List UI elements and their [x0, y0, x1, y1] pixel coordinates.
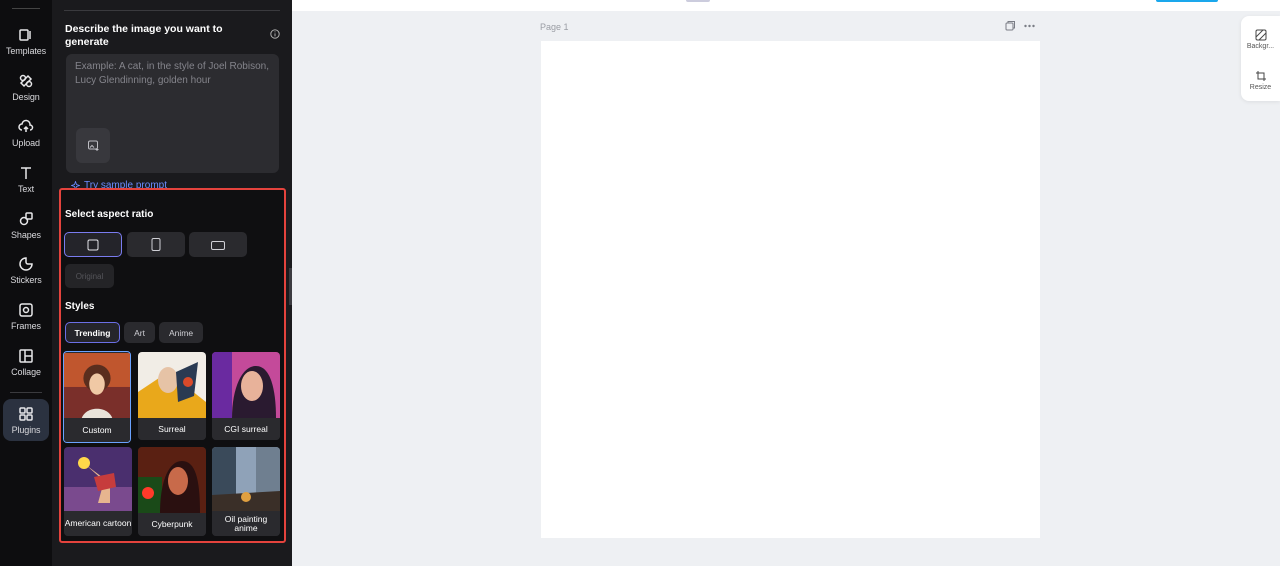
text-icon: [21, 166, 31, 179]
portrait-ratio-icon: [151, 238, 161, 251]
style-name: Custom: [64, 418, 130, 442]
page-label: Page 1: [540, 22, 569, 32]
sidebar-item-label: Text: [17, 183, 35, 194]
sidebar-item-collage[interactable]: Collage: [3, 341, 49, 383]
styles-title: Styles: [65, 301, 95, 312]
style-thumbnail: [212, 352, 280, 418]
style-name: Oil painting anime: [212, 511, 280, 536]
style-name: Cyberpunk: [138, 513, 206, 536]
page-toolbar: [1005, 20, 1035, 31]
sidebar-item-label: Collage: [11, 366, 41, 377]
dock-item-label: Resize: [1249, 83, 1272, 91]
sidebar-item-label: Design: [12, 91, 40, 102]
upload-reference-image-button[interactable]: [76, 128, 110, 163]
image-add-icon: [87, 140, 98, 151]
background-icon: [1255, 29, 1266, 40]
resize-button[interactable]: Resize: [1241, 63, 1280, 97]
sidebar-item-plugins[interactable]: Plugins: [3, 399, 49, 441]
background-button[interactable]: Backgr...: [1241, 22, 1280, 56]
style-name: American cartoon: [64, 511, 132, 536]
divider: [64, 10, 280, 11]
aspect-landscape-button[interactable]: [189, 232, 247, 257]
export-button[interactable]: [1156, 0, 1218, 2]
sidebar-item-templates[interactable]: Templates: [3, 20, 49, 62]
sidebar-item-label: Plugins: [11, 424, 41, 435]
more-options-icon[interactable]: [1024, 24, 1035, 28]
divider: [12, 8, 40, 9]
style-thumbnail: [64, 353, 130, 419]
aspect-original-button[interactable]: Original: [65, 264, 114, 288]
style-thumbnail: [212, 447, 280, 511]
square-ratio-icon: [87, 239, 99, 250]
tab-trending[interactable]: Trending: [65, 322, 120, 343]
sidebar-item-text[interactable]: Text: [3, 158, 49, 200]
sidebar-item-frames[interactable]: Frames: [3, 295, 49, 337]
divider: [10, 392, 42, 393]
plugins-icon: [19, 406, 33, 421]
tab-anime[interactable]: Anime: [159, 322, 203, 343]
stickers-icon: [19, 256, 33, 271]
style-thumbnail: [138, 352, 206, 418]
aspect-ratio-title: Select aspect ratio: [65, 209, 154, 220]
sidebar-item-shapes[interactable]: Shapes: [3, 204, 49, 246]
duplicate-page-icon[interactable]: [1005, 20, 1016, 31]
info-icon[interactable]: [270, 29, 280, 39]
prompt-title: Describe the image you want to generate: [65, 23, 223, 48]
sidebar-item-design[interactable]: Design: [3, 66, 49, 108]
dock-item-label: Backgr...: [1246, 42, 1275, 50]
upload-icon: [18, 119, 34, 132]
sidebar-item-upload[interactable]: Upload: [3, 112, 49, 154]
design-icon: [19, 74, 33, 87]
shapes-icon: [19, 211, 33, 225]
templates-icon: [19, 28, 31, 41]
style-card-surreal[interactable]: Surreal: [138, 352, 206, 440]
sidebar-item-label: Upload: [12, 137, 40, 148]
landscape-ratio-icon: [211, 240, 225, 250]
right-dock: Backgr... Resize: [1241, 16, 1280, 101]
resize-icon: [1255, 70, 1266, 81]
sidebar-item-label: Frames: [11, 320, 41, 331]
sidebar-item-label: Shapes: [11, 229, 41, 240]
frames-icon: [19, 302, 33, 317]
sidebar-rail: Templates Design Upload Text Shapes Stic…: [0, 0, 52, 566]
style-name: CGI surreal: [212, 418, 280, 440]
style-card-american-cartoon[interactable]: American cartoon: [64, 447, 132, 536]
sidebar-item-stickers[interactable]: Stickers: [3, 249, 49, 291]
sidebar-item-label: Stickers: [10, 274, 42, 285]
top-bar: [292, 0, 1280, 11]
style-card-cgi-surreal[interactable]: CGI surreal: [212, 352, 280, 440]
aspect-square-button[interactable]: [64, 232, 122, 257]
top-bar-control[interactable]: [686, 0, 710, 2]
design-page[interactable]: [541, 41, 1040, 538]
style-thumbnail: [64, 447, 132, 511]
sidebar-item-label: Templates: [5, 45, 47, 56]
style-card-custom[interactable]: Custom: [63, 351, 131, 443]
style-name: Surreal: [138, 418, 206, 440]
tab-art[interactable]: Art: [124, 322, 155, 343]
style-card-cyberpunk[interactable]: Cyberpunk: [138, 447, 206, 536]
aspect-portrait-button[interactable]: [127, 232, 185, 257]
collage-icon: [19, 348, 33, 363]
style-card-oil-painting-anime[interactable]: Oil painting anime: [212, 447, 280, 536]
prompt-box: [66, 54, 279, 173]
style-thumbnail: [138, 447, 206, 513]
prompt-input[interactable]: [75, 60, 271, 110]
